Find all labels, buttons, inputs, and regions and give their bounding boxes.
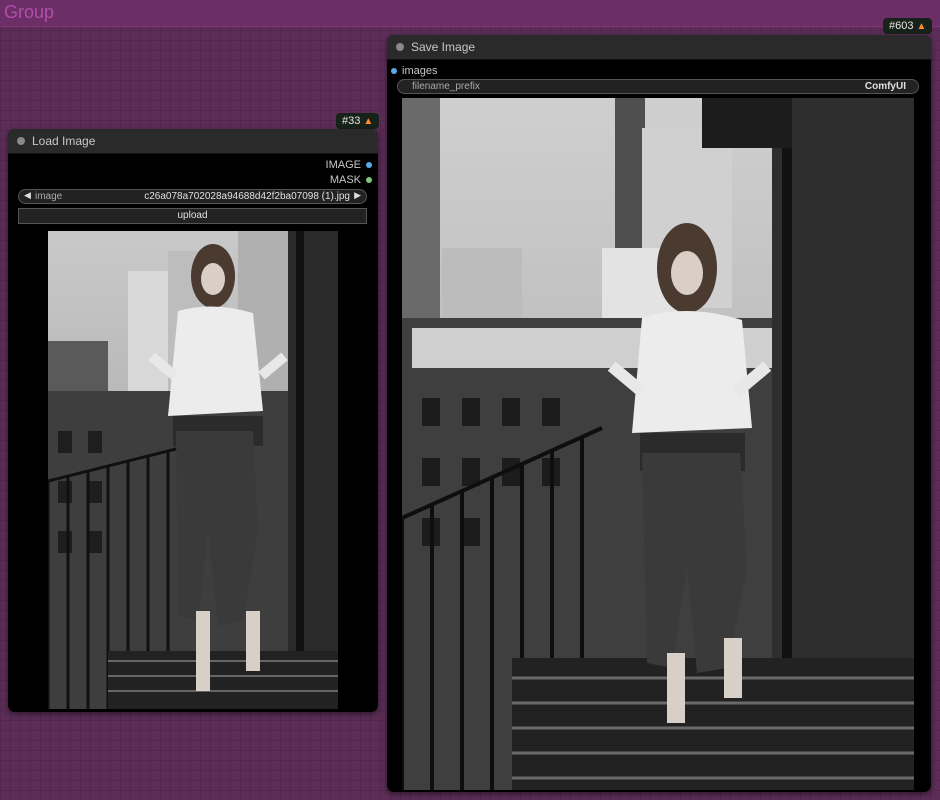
output-slot-dot-icon[interactable]	[366, 162, 372, 168]
output-label: MASK	[329, 174, 361, 186]
save-image-node[interactable]: Save Image images filename_prefix ComfyU…	[387, 35, 931, 792]
image-combo-widget[interactable]: ◀ image c26a078a702028a94688d42f2ba07098…	[18, 189, 367, 204]
fox-icon: ▲	[916, 21, 927, 32]
group-title: Group	[4, 2, 55, 22]
upload-button[interactable]: upload	[18, 208, 367, 224]
node-id-badge-save: #603 ▲	[883, 18, 933, 34]
input-label: images	[402, 65, 438, 77]
widget-label: image	[35, 191, 63, 202]
input-images[interactable]: images	[391, 64, 437, 78]
widget-label: filename_prefix	[412, 81, 480, 92]
fox-icon: ▲	[363, 116, 374, 127]
node-title: Save Image	[411, 40, 476, 54]
arrow-left-icon[interactable]: ◀	[24, 190, 31, 201]
output-slot-dot-icon[interactable]	[366, 177, 372, 183]
output-mask[interactable]: MASK	[330, 173, 372, 187]
output-image[interactable]: IMAGE	[326, 158, 372, 172]
group-header[interactable]: Group	[0, 0, 940, 27]
filename-prefix-widget[interactable]: filename_prefix ComfyUI	[397, 79, 919, 94]
widget-value: c26a078a702028a94688d42f2ba07098 (1).jpg	[144, 191, 350, 202]
node-title: Load Image	[32, 134, 96, 148]
load-image-node[interactable]: Load Image IMAGE MASK ◀ image c26a078a70…	[8, 129, 378, 712]
node-id-badge-load: #33 ▲	[336, 113, 380, 129]
input-slot-dot-icon[interactable]	[391, 68, 397, 74]
load-image-preview	[48, 231, 338, 709]
widget-value: ComfyUI	[864, 81, 906, 92]
photo-illustration	[48, 231, 338, 709]
save-image-preview	[402, 98, 914, 790]
photo-illustration	[402, 98, 914, 790]
collapse-dot-icon[interactable]	[17, 137, 25, 145]
badge-text: #603	[889, 20, 914, 32]
node-title-bar[interactable]: Load Image	[8, 129, 378, 154]
badge-text: #33	[342, 115, 361, 127]
collapse-dot-icon[interactable]	[396, 43, 404, 51]
output-label: IMAGE	[325, 159, 361, 171]
arrow-right-icon[interactable]: ▶	[354, 190, 361, 201]
node-title-bar[interactable]: Save Image	[387, 35, 931, 60]
